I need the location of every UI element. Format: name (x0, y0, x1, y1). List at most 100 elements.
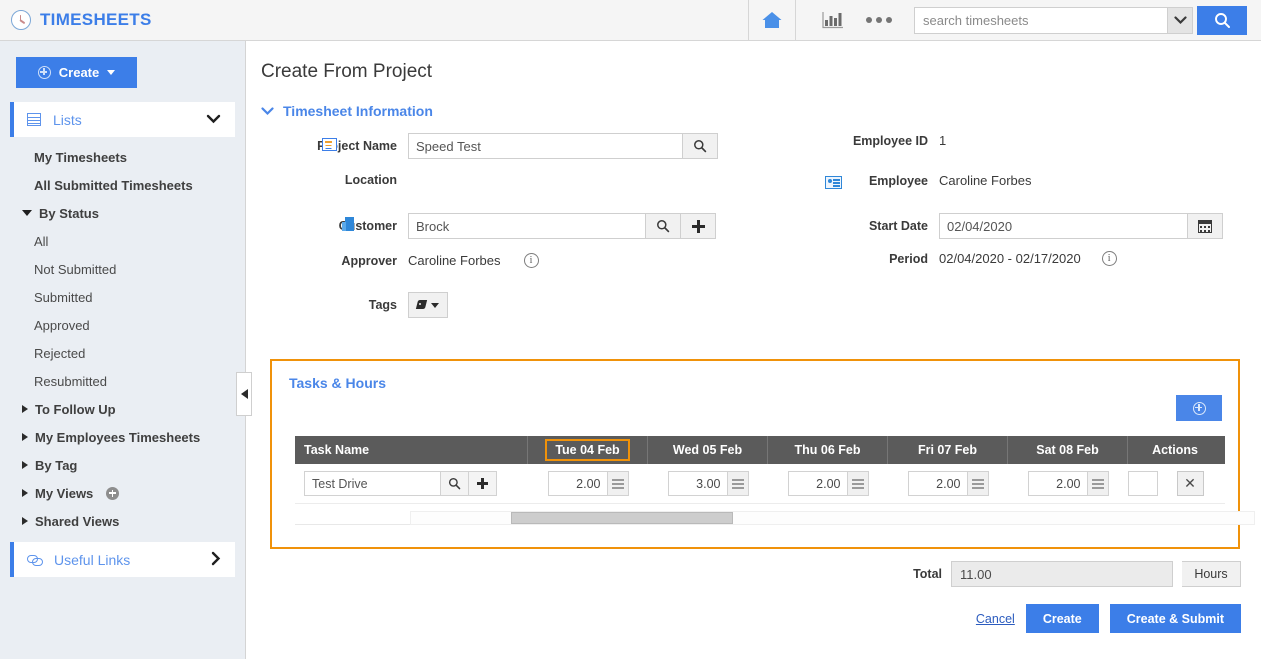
hours-menu-button-day-0[interactable] (606, 471, 629, 496)
column-header-day-3[interactable]: Fri 07 Feb (888, 436, 1008, 464)
sidebar-group-to-follow-up[interactable]: To Follow Up (0, 395, 245, 423)
employee-badge-icon (825, 176, 842, 189)
delete-row-button[interactable]: ✕ (1176, 471, 1204, 496)
sidebar-group-my-employees-timesheets[interactable]: My Employees Timesheets (0, 423, 245, 451)
sidebar-group-by-tag[interactable]: By Tag (0, 451, 245, 479)
field-employee-id: Employee ID 1 (800, 133, 1240, 148)
sidebar-group-shared-views[interactable]: Shared Views (0, 507, 245, 535)
task-name-input[interactable] (304, 471, 441, 496)
cell-hours-day-0 (528, 471, 648, 496)
sidebar-group-label: My Views (35, 485, 94, 501)
more-menu-button[interactable] (856, 0, 902, 41)
field-location: Location (247, 173, 747, 187)
column-header-day-4[interactable]: Sat 08 Feb (1008, 436, 1128, 464)
hours-input-day-1[interactable] (667, 471, 728, 496)
sidebar-list-section: My Timesheets All Submitted Timesheets B… (0, 143, 245, 535)
hours-input-day-next[interactable] (1128, 471, 1158, 496)
hours-menu-button-day-4[interactable] (1086, 471, 1109, 496)
cell-hours-day-next-clipped (1128, 471, 1158, 496)
tasks-table-horizontal-scrollbar[interactable] (410, 511, 1255, 525)
sidebar-item-all-submitted-timesheets[interactable]: All Submitted Timesheets (0, 171, 245, 199)
caret-down-icon (107, 70, 116, 75)
sidebar-item-label: Submitted (34, 289, 93, 305)
add-view-icon[interactable] (106, 486, 120, 500)
task-search-button[interactable] (440, 471, 469, 496)
customer-label: Customer (338, 219, 397, 233)
tasks-table: Task Name Tue 04 Feb Wed 05 Feb Thu 06 F… (295, 436, 1225, 504)
field-tags: Tags (247, 292, 747, 318)
location-label: Location (344, 173, 397, 187)
create-and-submit-button[interactable]: Create & Submit (1109, 604, 1241, 633)
hours-menu-button-day-2[interactable] (846, 471, 869, 496)
field-employee: Employee Caroline Forbes (800, 173, 1240, 189)
add-task-row-button[interactable] (1176, 395, 1222, 421)
column-header-day-0[interactable]: Tue 04 Feb (528, 436, 648, 464)
sidebar-item-lists-label: Lists (53, 111, 82, 128)
project-name-input[interactable] (408, 133, 683, 159)
column-header-task-name[interactable]: Task Name (295, 436, 528, 464)
plus-circle-icon (37, 66, 51, 79)
sidebar-item-submitted[interactable]: Submitted (0, 283, 245, 311)
field-period: Period 02/04/2020 - 02/17/2020 i (800, 251, 1260, 266)
sidebar-item-all[interactable]: All (0, 227, 245, 255)
hours-input-day-4[interactable] (1027, 471, 1088, 496)
column-header-day-1[interactable]: Wed 05 Feb (648, 436, 768, 464)
chevron-right-icon (22, 461, 28, 469)
customer-add-button[interactable] (680, 213, 716, 239)
hours-menu-button-day-3[interactable] (966, 471, 989, 496)
sidebar-item-resubmitted[interactable]: Resubmitted (0, 367, 245, 395)
timesheet-information-section-header[interactable]: Timesheet Information (247, 83, 1261, 119)
sidebar-group-by-status[interactable]: By Status (0, 199, 245, 227)
sidebar-item-approved[interactable]: Approved (0, 311, 245, 339)
plus-icon (477, 478, 488, 489)
project-name-search-button[interactable] (682, 133, 718, 159)
sidebar-group-my-views[interactable]: My Views (0, 479, 245, 507)
hours-menu-button-day-1[interactable] (726, 471, 749, 496)
section-title: Timesheet Information (283, 103, 433, 119)
column-header-day-2[interactable]: Thu 06 Feb (768, 436, 888, 464)
search-icon (448, 477, 461, 490)
total-value: 11.00 (951, 561, 1173, 587)
menu-icon (1091, 478, 1104, 489)
period-info-icon[interactable]: i (1101, 251, 1117, 266)
brand[interactable]: TIMESHEETS (0, 10, 152, 30)
task-add-button[interactable] (468, 471, 497, 496)
sidebar-collapse-handle[interactable] (236, 372, 252, 416)
reports-button[interactable] (810, 0, 856, 41)
hours-input-day-0[interactable] (547, 471, 608, 496)
sidebar-item-rejected[interactable]: Rejected (0, 339, 245, 367)
customer-search-button[interactable] (645, 213, 681, 239)
search-button[interactable] (1197, 5, 1247, 35)
sidebar-item-my-timesheets[interactable]: My Timesheets (0, 143, 245, 171)
field-customer: Customer (247, 213, 767, 239)
approver-value: Caroline Forbes (408, 253, 501, 268)
sidebar-item-lists[interactable]: Lists (10, 102, 235, 137)
hours-input-day-3[interactable] (907, 471, 968, 496)
customer-input[interactable] (408, 213, 646, 239)
cell-hours-day-2 (768, 471, 888, 496)
clock-icon (11, 10, 31, 30)
search-scope-dropdown[interactable] (1167, 6, 1193, 34)
employee-id-value: 1 (939, 133, 947, 148)
home-button[interactable] (748, 0, 796, 41)
hours-input-day-2[interactable] (787, 471, 848, 496)
total-label: Total (913, 567, 942, 581)
create-button[interactable]: Create (16, 57, 137, 88)
start-date-calendar-button[interactable] (1187, 213, 1223, 239)
start-date-input[interactable] (939, 213, 1188, 239)
scrollbar-thumb[interactable] (511, 512, 733, 524)
approver-info-icon[interactable]: i (523, 253, 539, 268)
chevron-down-icon (261, 104, 274, 119)
create-submit-form-button[interactable]: Create (1025, 604, 1099, 633)
menu-icon (611, 478, 624, 489)
cancel-button[interactable]: Cancel (976, 612, 1015, 626)
plus-icon (691, 219, 705, 233)
search-input[interactable] (914, 6, 1167, 34)
search-icon (657, 220, 670, 233)
sidebar-item-not-submitted[interactable]: Not Submitted (0, 255, 245, 283)
tags-dropdown-button[interactable] (408, 292, 448, 318)
tasks-table-header: Task Name Tue 04 Feb Wed 05 Feb Thu 06 F… (295, 436, 1225, 464)
chevron-right-icon (22, 433, 28, 441)
sidebar-item-useful-links[interactable]: Useful Links (10, 542, 235, 577)
sidebar-item-label: All Submitted Timesheets (34, 177, 193, 193)
